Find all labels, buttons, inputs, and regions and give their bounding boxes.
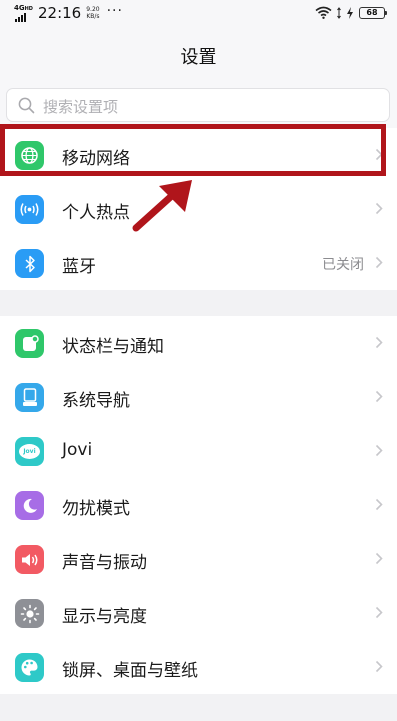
page-title: 设置 — [180, 47, 217, 68]
moon-icon — [15, 491, 44, 520]
search-area: 搜索设置项 — [0, 80, 397, 130]
settings-item-status-bar-notifications[interactable]: 状态栏与通知 — [0, 316, 397, 370]
hotspot-icon — [15, 195, 44, 224]
status-bar: 4GHD 22:16 9.20 KB/s ··· 68 — [0, 0, 397, 28]
chevron-right-icon — [375, 498, 383, 511]
bluetooth-icon — [15, 249, 44, 278]
settings-item-lockscreen-wallpaper[interactable]: 锁屏、桌面与壁纸 — [0, 640, 397, 694]
search-placeholder: 搜索设置项 — [43, 98, 119, 116]
search-icon — [18, 97, 35, 114]
speaker-icon — [15, 545, 44, 574]
network-type: 4G — [14, 4, 25, 12]
settings-item-sound-vibration[interactable]: 声音与振动 — [0, 532, 397, 586]
settings-item-label: 勿扰模式 — [62, 499, 130, 519]
cellular-signal-icon: 4GHD — [14, 4, 34, 22]
settings-item-mobile-network[interactable]: 移动网络 — [0, 128, 397, 182]
speed-unit: KB/s — [86, 13, 100, 20]
jovi-badge: Jovi — [19, 444, 40, 459]
chevron-right-icon — [375, 444, 383, 457]
speed-value: 9.20 — [86, 6, 100, 13]
settings-item-jovi[interactable]: Jovi Jovi — [0, 424, 397, 478]
brightness-icon — [15, 599, 44, 628]
wifi-activity-icon — [337, 6, 341, 19]
wifi-icon — [315, 6, 332, 19]
chevron-right-icon — [375, 660, 383, 673]
system-section: 状态栏与通知 系统导航 Jovi Jovi 勿扰模式 声音与振动 显示与亮度 锁… — [0, 316, 397, 694]
globe-icon — [15, 141, 44, 170]
settings-item-bluetooth[interactable]: 蓝牙 已关闭 — [0, 236, 397, 290]
navigation-icon — [15, 383, 44, 412]
settings-item-do-not-disturb[interactable]: 勿扰模式 — [0, 478, 397, 532]
status-bar-right: 68 — [315, 6, 387, 19]
settings-item-label: 状态栏与通知 — [62, 337, 164, 357]
chevron-right-icon — [375, 148, 383, 161]
settings-item-label: 移动网络 — [62, 149, 130, 169]
settings-item-label: Jovi — [62, 440, 93, 460]
settings-item-label: 显示与亮度 — [62, 607, 147, 627]
chevron-right-icon — [375, 256, 383, 269]
battery-icon: 68 — [359, 6, 387, 19]
app-header: 设置 — [0, 28, 397, 80]
status-bar-left: 4GHD 22:16 9.20 KB/s ··· — [14, 3, 123, 22]
chevron-right-icon — [375, 336, 383, 349]
clock: 22:16 — [38, 4, 82, 22]
chevron-right-icon — [375, 606, 383, 619]
settings-item-label: 锁屏、桌面与壁纸 — [62, 661, 198, 681]
jovi-icon: Jovi — [15, 437, 44, 466]
bluetooth-status: 已关闭 — [322, 257, 364, 273]
palette-icon — [15, 653, 44, 682]
connectivity-section: 移动网络 个人热点 蓝牙 已关闭 — [0, 128, 397, 290]
battery-level: 68 — [366, 8, 378, 17]
settings-item-label: 个人热点 — [62, 203, 130, 223]
more-notifications-icon: ··· — [106, 3, 123, 19]
search-input[interactable]: 搜索设置项 — [6, 88, 390, 122]
settings-item-label: 系统导航 — [62, 391, 130, 411]
network-hd: HD — [24, 6, 33, 12]
charging-icon — [347, 6, 353, 19]
settings-item-system-navigation[interactable]: 系统导航 — [0, 370, 397, 424]
settings-item-display-brightness[interactable]: 显示与亮度 — [0, 586, 397, 640]
settings-item-label: 声音与振动 — [62, 553, 147, 573]
network-speed: 9.20 KB/s — [86, 6, 99, 20]
chevron-right-icon — [375, 202, 383, 215]
chevron-right-icon — [375, 390, 383, 403]
notification-icon — [15, 329, 44, 358]
settings-item-hotspot[interactable]: 个人热点 — [0, 182, 397, 236]
chevron-right-icon — [375, 552, 383, 565]
settings-item-label: 蓝牙 — [62, 257, 96, 277]
